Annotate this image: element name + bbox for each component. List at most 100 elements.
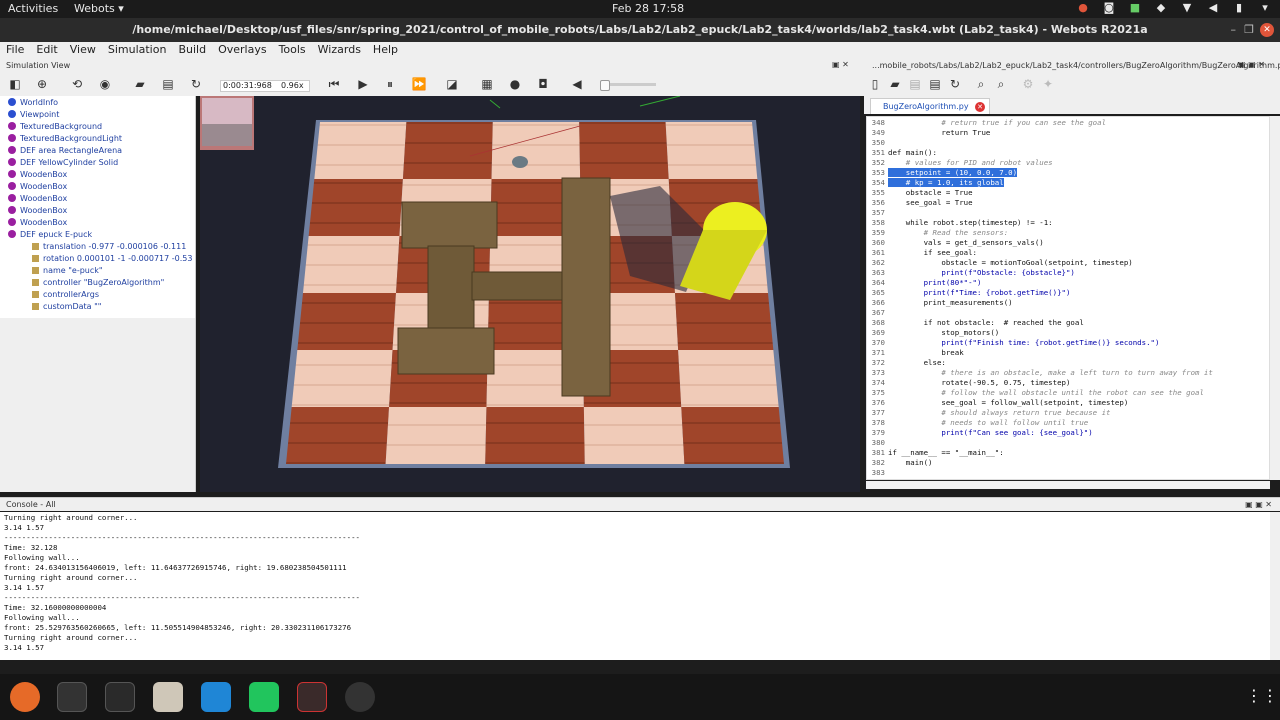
console-window-controls-icon[interactable]: ▣ ▣ ✕ — [1245, 498, 1272, 512]
close-window-icon[interactable]: ✕ — [1260, 23, 1274, 37]
save-as-icon[interactable]: ▤ — [927, 76, 943, 92]
floor-tile — [491, 122, 581, 179]
scene-tree-item[interactable]: Viewpoint — [8, 110, 59, 122]
editor-window-controls-icon[interactable]: ▣ ▣ ✕ — [1238, 60, 1265, 69]
clean-icon[interactable]: ✦ — [1040, 76, 1056, 92]
scene-tree-item[interactable]: TexturedBackground — [8, 122, 102, 134]
field-editor-panel — [0, 318, 196, 492]
volume-icon[interactable]: ◀ — [569, 76, 585, 92]
scene-tree-item[interactable]: translation -0.977 -0.000106 -0.111 — [32, 242, 186, 254]
reset-simulation-icon[interactable]: ⏮ — [326, 76, 342, 92]
build-icon[interactable]: ⚙ — [1020, 76, 1036, 92]
open-file-icon[interactable]: ▰ — [887, 76, 903, 92]
save-file-icon[interactable]: ▤ — [907, 76, 923, 92]
discord-icon[interactable]: ◙ — [1102, 1, 1116, 14]
screenshot-icon[interactable]: ◘ — [535, 76, 551, 92]
firefox-icon[interactable] — [10, 682, 40, 712]
menu-simulation[interactable]: Simulation — [108, 42, 167, 58]
scene-tree-item[interactable]: WoodenBox — [8, 170, 67, 182]
revert-icon[interactable]: ↻ — [947, 76, 963, 92]
menu-edit[interactable]: Edit — [36, 42, 57, 58]
obs-icon[interactable] — [345, 682, 375, 712]
replace-icon[interactable]: ⌕ — [993, 76, 1009, 92]
shield-icon[interactable]: ■ — [1128, 1, 1142, 14]
add-node-icon[interactable]: ⊕ — [34, 76, 50, 92]
volume-icon[interactable]: ◀ — [1206, 1, 1220, 14]
new-file-icon[interactable]: ▯ — [867, 76, 883, 92]
scene-tree-item[interactable]: rotation 0.000101 -1 -0.000717 -0.53 — [32, 254, 192, 266]
code-line: 381 if __name__ == "__main__": — [867, 448, 1004, 458]
battery-icon[interactable]: ▮ — [1232, 1, 1246, 14]
minimize-icon[interactable]: – — [1231, 18, 1237, 42]
reload-world-icon[interactable]: ↻ — [188, 76, 204, 92]
menu-file[interactable]: File — [6, 42, 24, 58]
floor-tile — [286, 407, 390, 464]
scene-tree-item[interactable]: DEF epuck E-puck — [8, 230, 92, 242]
scene-tree-item[interactable]: WoodenBox — [8, 206, 67, 218]
node-icon — [8, 110, 16, 118]
floor-tile — [297, 293, 396, 350]
webots-icon[interactable] — [297, 682, 327, 712]
scene-tree-item[interactable]: WoodenBox — [8, 218, 67, 230]
editor-horizontal-scrollbar[interactable] — [866, 481, 1270, 489]
movie-icon[interactable]: ● — [507, 76, 523, 92]
scene-tree-item[interactable]: controllerArgs — [32, 290, 99, 302]
find-icon[interactable]: ⌕ — [973, 76, 989, 92]
power-menu-icon[interactable]: ▾ — [1258, 1, 1272, 14]
activities-button[interactable]: Activities — [8, 2, 58, 15]
save-world-icon[interactable]: ▤ — [160, 76, 176, 92]
view-mode-icon[interactable]: ◪ — [444, 76, 460, 92]
e-puck-robot — [512, 156, 528, 168]
menu-tools[interactable]: Tools — [279, 42, 306, 58]
scene-tree-item[interactable]: WoodenBox — [8, 194, 67, 206]
floor-tile — [402, 122, 493, 179]
pause-icon[interactable]: ⏸ — [382, 76, 398, 92]
record-icon[interactable]: ▦ — [479, 76, 495, 92]
scene-tree-item[interactable]: controller "BugZeroAlgorithm" — [32, 278, 164, 290]
menu-build[interactable]: Build — [178, 42, 206, 58]
scene-tree-item[interactable]: DEF area RectangleArena — [8, 146, 122, 158]
volume-slider[interactable] — [600, 80, 656, 91]
close-tab-icon[interactable]: ✕ — [975, 102, 985, 112]
show-applications-icon[interactable]: ⋮⋮ — [1246, 686, 1278, 706]
menu-help[interactable]: Help — [373, 42, 398, 58]
code-line: 370 print(f"Finish time: {robot.getTime(… — [867, 338, 1160, 348]
clock[interactable]: Feb 28 17:58 — [612, 2, 684, 15]
scene-tree-item[interactable]: TexturedBackgroundLight — [8, 134, 122, 146]
fast-forward-icon[interactable]: ⏩ — [411, 76, 427, 92]
reset-view-icon[interactable]: ⟲ — [69, 76, 85, 92]
scene-tree-item[interactable]: DEF YellowCylinder Solid — [8, 158, 118, 170]
view-eye-icon[interactable]: ◉ — [97, 76, 113, 92]
restore-icon[interactable]: ❐ — [1244, 18, 1254, 42]
app-menu-button[interactable]: Webots ▾ — [74, 2, 124, 15]
editor-tab[interactable]: BugZeroAlgorithm.py ✕ — [870, 98, 990, 114]
scene-tree-item[interactable]: WorldInfo — [8, 98, 58, 110]
step-icon[interactable]: ▶ — [355, 76, 371, 92]
3d-viewport[interactable] — [200, 96, 860, 492]
simulation-time-value: 0:00:31:968 — [223, 81, 272, 90]
wifi-icon[interactable]: ▼ — [1180, 1, 1194, 14]
system-monitor-icon[interactable] — [105, 682, 135, 712]
menu-overlays[interactable]: Overlays — [218, 42, 267, 58]
code-editor[interactable]: 348 # return true if you can see the goa… — [866, 116, 1270, 480]
code-line: 353 setpoint = (10, 0.0, 7.0) — [867, 168, 1018, 178]
open-world-icon[interactable]: ▰ — [132, 76, 148, 92]
terminal-icon[interactable] — [57, 682, 87, 712]
line-number: 353 — [871, 168, 885, 177]
code-line: 382 main() — [867, 458, 933, 468]
dropbox-icon[interactable]: ◆ — [1154, 1, 1168, 14]
scene-tree-item[interactable]: customData "" — [32, 302, 101, 314]
scene-tree-toggle-icon[interactable]: ◧ — [7, 76, 23, 92]
ubuntu-icon[interactable]: ● — [1076, 1, 1090, 14]
pycharm-icon[interactable] — [249, 682, 279, 712]
scene-tree-item[interactable]: WoodenBox — [8, 182, 67, 194]
console-output[interactable]: Turning right around corner... 3.14 1.57-… — [0, 512, 1270, 660]
vscode-icon[interactable] — [201, 682, 231, 712]
menu-wizards[interactable]: Wizards — [318, 42, 361, 58]
sim-view-undock-icon[interactable]: ▣ ✕ — [832, 60, 849, 69]
editor-vertical-scrollbar[interactable] — [1270, 116, 1280, 480]
console-scrollbar[interactable] — [1270, 512, 1280, 660]
scene-tree-item[interactable]: name "e-puck" — [32, 266, 103, 278]
menu-view[interactable]: View — [70, 42, 96, 58]
files-icon[interactable] — [153, 682, 183, 712]
